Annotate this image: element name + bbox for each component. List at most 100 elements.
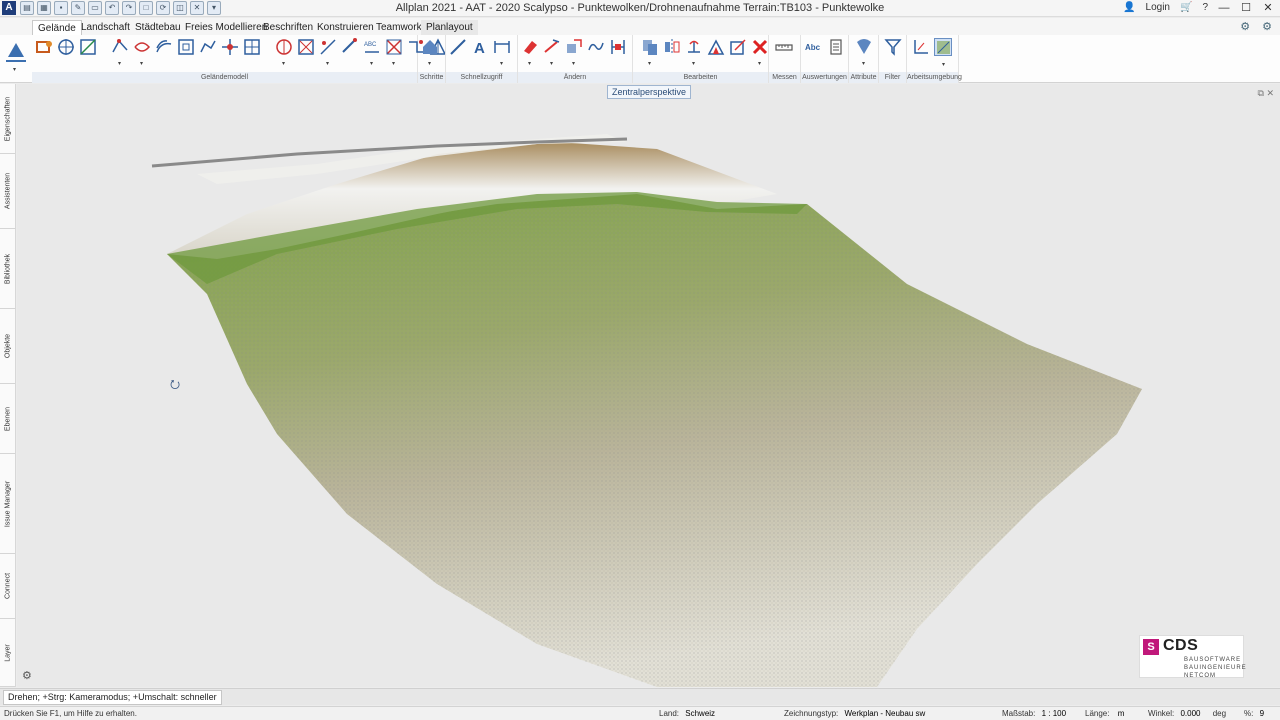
tab-gelaende[interactable]: Gelände	[32, 20, 82, 35]
ribbon-options-icon[interactable]: ⚙	[1262, 20, 1272, 33]
tab-teamwork[interactable]: Teamwork	[371, 20, 427, 35]
orbit-cursor-icon[interactable]: ⭮	[170, 375, 180, 396]
report-icon[interactable]	[827, 38, 845, 56]
move-point-icon[interactable]	[221, 38, 239, 56]
undo-icon[interactable]: ↶	[105, 1, 119, 15]
cds-sub-line: BAUINGENIEURE	[1184, 665, 1247, 671]
ribbon-group-attribute: ▾ Attribute	[849, 35, 879, 83]
wave-line-icon[interactable]	[587, 38, 605, 56]
trim-icon[interactable]: ▾	[385, 38, 403, 67]
side-tab-issue-manager[interactable]: Issue Manager	[0, 454, 15, 554]
winkel-value: 0.000	[1180, 709, 1201, 718]
3d-viewport[interactable]: ⭮ ⚙	[17, 84, 1280, 687]
contour-icon[interactable]	[155, 38, 173, 56]
copy-move-icon[interactable]: ▾	[565, 38, 583, 67]
status-percent[interactable]: %: 9	[1244, 709, 1264, 718]
copy-icon[interactable]: ▾	[641, 38, 659, 67]
point-cloud-terrain[interactable]	[17, 84, 1280, 687]
status-land[interactable]: Land: Schweiz	[659, 709, 715, 718]
break-line-icon[interactable]: ▾	[111, 38, 129, 67]
status-laenge[interactable]: Länge: m	[1085, 709, 1124, 718]
crosshair-point-icon[interactable]	[57, 38, 75, 56]
spellcheck-icon[interactable]: Abc	[805, 38, 823, 56]
terrain-points-overlay	[167, 194, 1142, 687]
measure-icon[interactable]	[775, 38, 793, 56]
group-label-messen: Messen	[769, 72, 800, 83]
stretch-icon[interactable]	[609, 38, 627, 56]
open-folder-icon[interactable]: ▤	[20, 1, 34, 15]
tools-icon[interactable]: ✕	[190, 1, 204, 15]
mirror-icon[interactable]	[663, 38, 681, 56]
scale-icon[interactable]	[707, 38, 725, 56]
maximize-icon[interactable]: ☐	[1240, 1, 1252, 14]
side-tab-ebenen[interactable]: Ebenen	[0, 384, 15, 454]
cart-icon[interactable]: 🛒	[1180, 2, 1192, 13]
close-icon[interactable]: ✕	[1262, 1, 1274, 14]
side-tab-bibliothek[interactable]: Bibliothek	[0, 229, 15, 309]
delete-area-icon[interactable]	[297, 38, 315, 56]
allplan-logo-icon[interactable]: A	[2, 1, 16, 15]
tab-planlayout[interactable]: Planlayout	[421, 20, 478, 35]
redo-icon[interactable]: ↷	[122, 1, 136, 15]
side-tab-assistenten[interactable]: Assistenten	[0, 154, 15, 229]
refresh-icon[interactable]: ⟳	[156, 1, 170, 15]
status-zeichnungstyp[interactable]: Zeichnungstyp: Werkplan - Neubau sw	[784, 709, 925, 718]
workspace-view-icon[interactable]: ▾	[934, 38, 952, 68]
label-points-icon[interactable]: ABC ▾	[363, 38, 381, 67]
login-icon[interactable]: 👤	[1123, 2, 1135, 13]
minimize-icon[interactable]: —	[1218, 2, 1230, 14]
surface-icon[interactable]	[177, 38, 195, 56]
edit-line-icon[interactable]	[341, 38, 359, 56]
workspace-axes-icon[interactable]	[912, 38, 930, 56]
rotate-icon[interactable]: ▾	[685, 38, 703, 67]
view-icon[interactable]: □	[139, 1, 153, 15]
eraser-icon[interactable]: ▾	[521, 38, 539, 67]
tab-landschaft[interactable]: Landschaft	[76, 20, 135, 35]
boundary-icon[interactable]: ▾	[133, 38, 151, 67]
login-link[interactable]: Login	[1146, 2, 1170, 13]
save-icon[interactable]: ▪	[54, 1, 68, 15]
viewport-window-controls[interactable]: ⧉ ✕	[1258, 88, 1274, 99]
attribute-tools: ▾	[855, 38, 873, 67]
text-icon[interactable]: A	[471, 38, 489, 56]
side-tab-objekte[interactable]: Objekte	[0, 309, 15, 384]
terrain-tool-icon[interactable]: ▾	[0, 35, 32, 75]
print-icon[interactable]: ▭	[88, 1, 102, 15]
status-winkel[interactable]: Winkel: 0.000 deg	[1148, 709, 1226, 718]
gelaendemodell-tools: ▾ ▾ ▾ ▾ ABC ▾ ▾	[35, 38, 447, 67]
tab-beschriften[interactable]: Beschriften	[258, 20, 318, 35]
filter-icon[interactable]	[884, 38, 902, 56]
modify-icon[interactable]: ▾	[543, 38, 561, 67]
volume-icon[interactable]: ▾	[275, 38, 293, 67]
ribbon-group-aendern: ▾ ▾ ▾ Ändern	[518, 35, 633, 83]
group-label-bearbeiten: Bearbeiten	[633, 72, 768, 83]
view-mode-label[interactable]: Zentralperspektive	[607, 85, 692, 99]
cds-sub-line: NETCOM	[1184, 673, 1216, 679]
side-tab-layer[interactable]: Layer	[0, 619, 15, 687]
status-massstab[interactable]: Maßstab: 1 : 100	[1002, 709, 1066, 718]
side-tab-eigenschaften[interactable]: Eigenschaften	[0, 84, 15, 154]
modify-points-icon[interactable]: ▾	[319, 38, 337, 67]
percent-label: %:	[1244, 709, 1254, 718]
layer-icon[interactable]: ◫	[173, 1, 187, 15]
grid-icon[interactable]	[243, 38, 261, 56]
delete-icon[interactable]: ▾	[751, 38, 769, 67]
help-icon[interactable]: ?	[1202, 2, 1208, 13]
tab-staedtebau[interactable]: Städtebau	[130, 20, 186, 35]
attribute-icon[interactable]: ▾	[855, 38, 873, 67]
side-tab-connect[interactable]: Connect	[0, 554, 15, 619]
project-icon[interactable]: ▦	[37, 1, 51, 15]
dtm-icon[interactable]	[79, 38, 97, 56]
viewport-settings-icon[interactable]: ⚙	[22, 669, 32, 682]
tab-konstruieren[interactable]: Konstruieren	[312, 20, 379, 35]
line-icon[interactable]	[449, 38, 467, 56]
settings-gear-icon[interactable]: ⚙	[1240, 20, 1250, 33]
home-step-icon[interactable]: ▾	[421, 38, 439, 67]
laenge-value: m	[1117, 709, 1125, 718]
edit-icon[interactable]: ✎	[71, 1, 85, 15]
polyline-icon[interactable]	[199, 38, 217, 56]
offset-icon[interactable]	[729, 38, 747, 56]
dimension-icon[interactable]: ▾	[493, 38, 511, 67]
customize-icon[interactable]: ▾	[207, 1, 221, 15]
point-import-icon[interactable]	[35, 38, 53, 56]
